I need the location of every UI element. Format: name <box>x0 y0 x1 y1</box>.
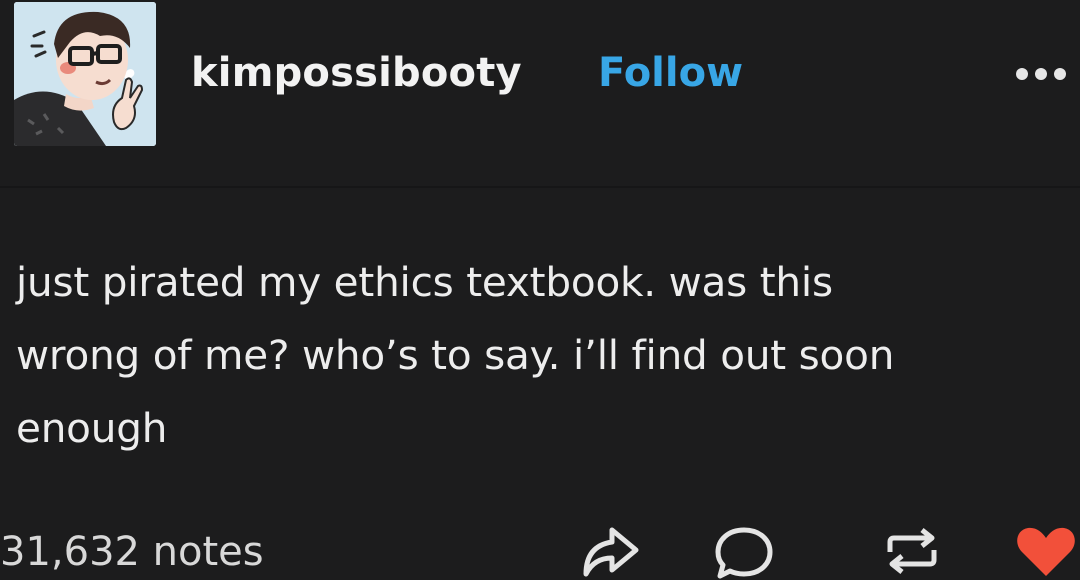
post-text-line: enough <box>16 404 168 452</box>
notes-count[interactable]: 31,632 notes <box>0 524 264 580</box>
post-footer: 31,632 notes <box>0 516 1080 580</box>
avatar[interactable] <box>14 2 156 146</box>
username-link[interactable]: kimpossibooty <box>191 45 522 101</box>
reply-button[interactable] <box>712 522 776 580</box>
more-options-button[interactable] <box>1010 58 1072 90</box>
heart-icon <box>1017 527 1075 576</box>
reblog-button[interactable] <box>880 522 944 580</box>
like-button[interactable] <box>1014 522 1078 580</box>
share-icon <box>583 527 639 577</box>
reblog-icon <box>887 528 937 574</box>
post-text-line: just pirated my ethics textbook. was thi… <box>16 258 833 306</box>
ellipsis-icon <box>1016 68 1066 80</box>
reply-icon <box>715 527 773 579</box>
avatar-illustration <box>14 2 156 146</box>
share-button[interactable] <box>578 522 642 580</box>
post-text-line: wrong of me? who’s to say. i’ll find out… <box>16 331 895 379</box>
header-divider <box>0 186 1080 188</box>
post-header: kimpossibooty Follow <box>0 0 1080 186</box>
follow-button[interactable]: Follow <box>598 45 743 101</box>
post-card: kimpossibooty Follow just pirated my eth… <box>0 0 1080 580</box>
post-text: just pirated my ethics textbook. was thi… <box>16 246 1056 465</box>
